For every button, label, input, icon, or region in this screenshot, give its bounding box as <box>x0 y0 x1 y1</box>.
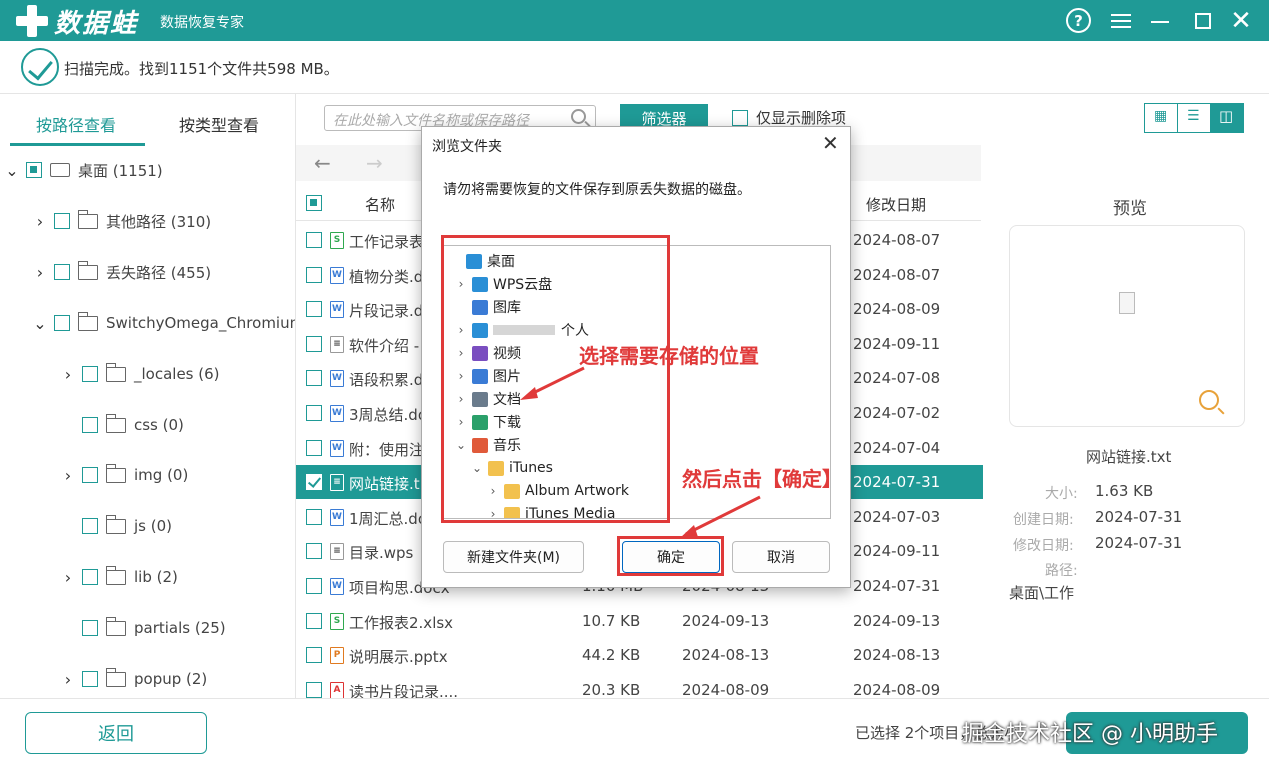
arrow-head-tree <box>520 387 538 400</box>
arrow-to-ok <box>685 495 761 536</box>
annotation-arrows <box>520 366 761 538</box>
arrow-head-ok <box>680 525 698 538</box>
annotation-select-location: 选择需要存储的位置 <box>579 344 759 368</box>
annotation-click-ok: 然后点击【确定】 <box>682 467 842 491</box>
